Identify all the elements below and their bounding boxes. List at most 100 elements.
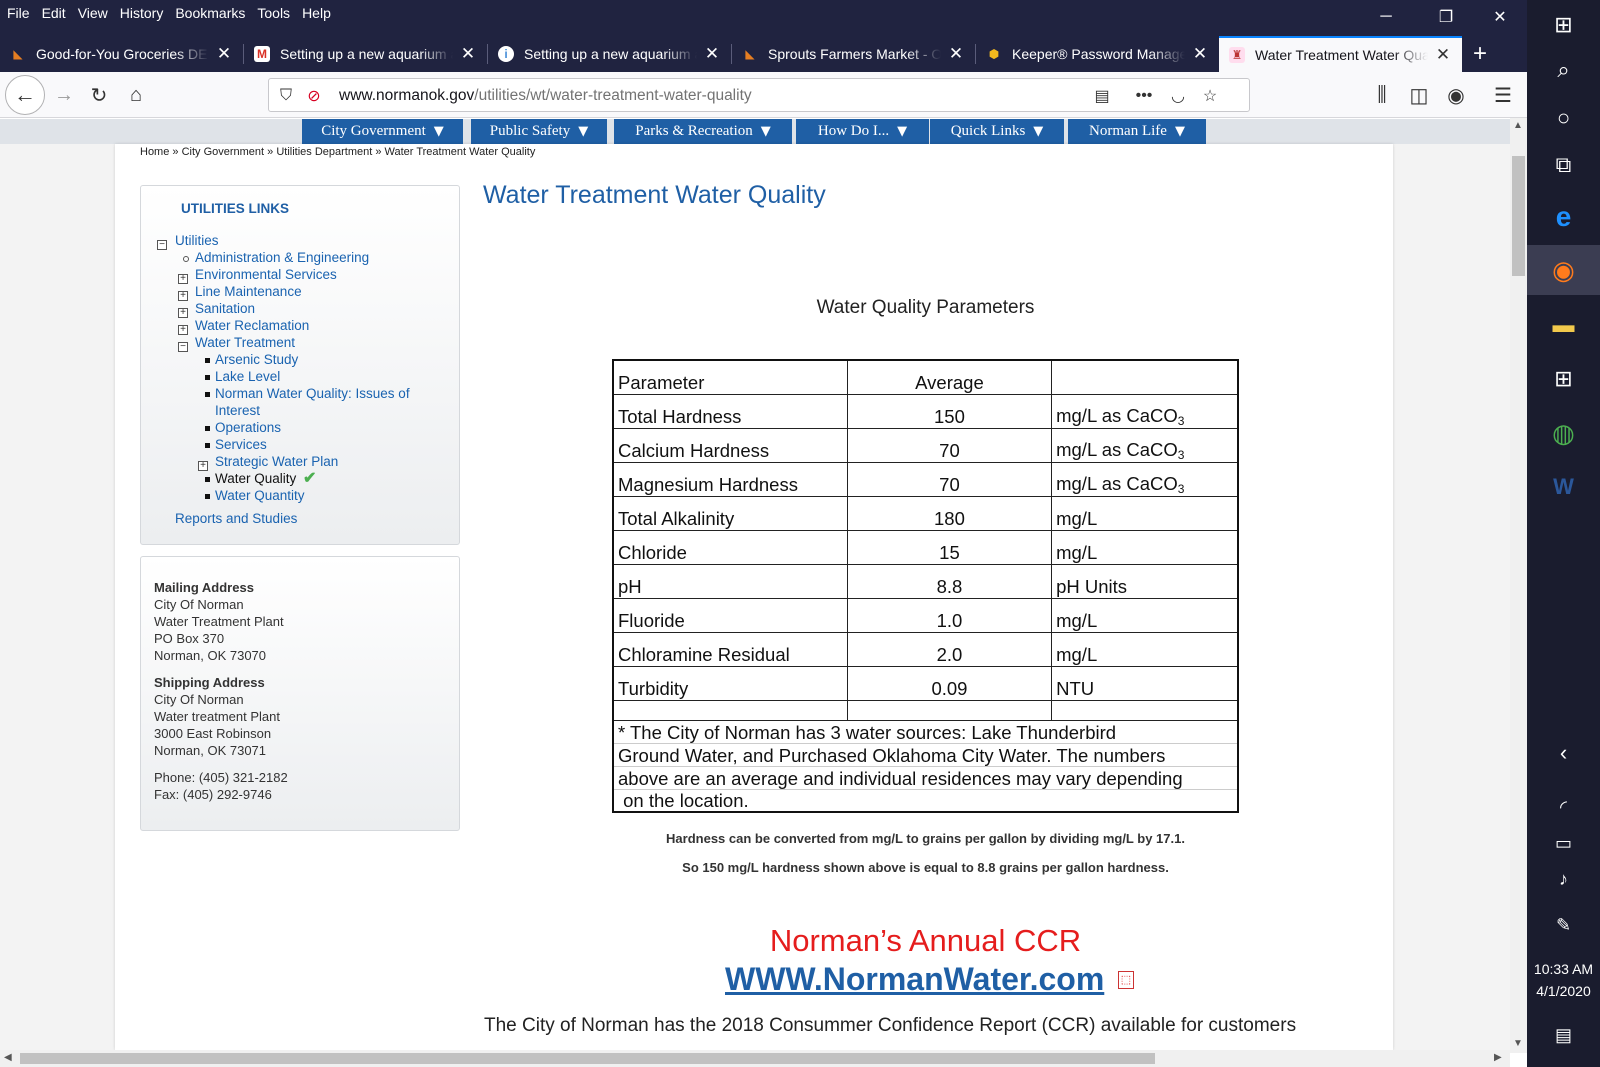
link-operations[interactable]: Operations (215, 420, 281, 435)
library-icon[interactable]: ⫼ (1366, 79, 1398, 111)
menu-help[interactable]: Help (302, 5, 331, 21)
chrome-icon[interactable]: ◍ (1527, 408, 1600, 458)
store-icon[interactable]: ⊞ (1527, 354, 1600, 404)
dropdown-arrow-icon: ▼ (760, 124, 771, 139)
new-tab-button[interactable]: + (1462, 36, 1498, 72)
restore-button[interactable]: ❐ (1420, 0, 1472, 34)
edge-icon[interactable]: e (1527, 192, 1600, 242)
vertical-scrollbar[interactable]: ▲ ▼ (1510, 118, 1527, 1053)
close-tab-icon[interactable]: ✕ (459, 44, 477, 64)
link-water-quantity[interactable]: Water Quantity (215, 488, 305, 503)
close-tab-icon[interactable]: ✕ (1434, 45, 1452, 65)
scroll-left-icon[interactable]: ◀ (4, 1052, 12, 1063)
file-explorer-icon[interactable]: ▬ (1527, 300, 1600, 350)
cortana-icon[interactable]: ○ (1527, 93, 1600, 143)
link-arsenic-study[interactable]: Arsenic Study (215, 352, 298, 367)
word-icon[interactable]: W (1527, 462, 1600, 512)
scroll-right-icon[interactable]: ▶ (1494, 1052, 1502, 1063)
link-reports-studies[interactable]: Reports and Studies (175, 511, 297, 526)
link-water-quality-issues[interactable]: Norman Water Quality: Issues of (215, 386, 410, 401)
pen-icon[interactable]: ✎ (1527, 900, 1600, 950)
expand-icon[interactable]: + (178, 291, 188, 301)
vertical-scroll-thumb[interactable] (1512, 156, 1525, 276)
scroll-up-icon[interactable]: ▲ (1513, 120, 1523, 131)
url-bar[interactable]: ⛉ ⊘ www.normanok.gov/utilities/wt/water-… (268, 78, 1250, 112)
menu-view[interactable]: View (78, 5, 108, 21)
close-tab-icon[interactable]: ✕ (703, 44, 721, 64)
chevron-left-icon[interactable]: ‹ (1527, 728, 1600, 778)
nav-quick-links[interactable]: Quick Links ▼ (930, 119, 1064, 144)
link-water-quality-current[interactable]: Water Quality (215, 471, 296, 486)
nav-city-government[interactable]: City Government ▼ (302, 119, 463, 144)
nav-how-do-i[interactable]: How Do I... ▼ (796, 119, 929, 144)
expand-icon[interactable]: + (178, 274, 188, 284)
cell-unit: mg/L (1051, 529, 1239, 565)
conversion-note-1: Hardness can be converted from mg/L to g… (666, 831, 1185, 846)
windows-start-icon[interactable]: ⊞ (1527, 0, 1600, 50)
hamburger-menu-icon[interactable]: ☰ (1487, 79, 1519, 111)
bookmark-star-icon[interactable]: ☆ (1199, 85, 1221, 107)
account-icon[interactable]: ◉ (1440, 79, 1472, 111)
link-utilities[interactable]: Utilities (175, 233, 219, 248)
nav-parks-recreation[interactable]: Parks & Recreation ▼ (614, 119, 792, 144)
link-services[interactable]: Services (215, 437, 267, 452)
volume-icon[interactable]: ♪ (1527, 854, 1600, 904)
reader-view-icon[interactable]: ▤ (1091, 85, 1113, 107)
link-lake-level[interactable]: Lake Level (215, 369, 280, 384)
horizontal-scroll-thumb[interactable] (20, 1053, 1155, 1064)
menu-history[interactable]: History (120, 5, 164, 21)
collapse-icon[interactable]: − (178, 342, 188, 352)
menu-edit[interactable]: Edit (42, 5, 66, 21)
close-window-button[interactable]: ✕ (1474, 0, 1526, 34)
clock[interactable]: 10:33 AM 4/1/2020 (1527, 958, 1600, 1002)
forward-button[interactable]: → (48, 79, 80, 111)
close-tab-icon[interactable]: ✕ (215, 44, 233, 64)
horizontal-scrollbar[interactable]: ◀ ▶ (0, 1050, 1510, 1067)
menu-tools[interactable]: Tools (257, 5, 290, 21)
pdf-file-icon[interactable]: ⬚ (1118, 971, 1134, 989)
tab-4[interactable]: ⬢ Keeper® Password Manager ✕ (976, 36, 1219, 72)
link-water-quality-issues-cont[interactable]: Interest (215, 403, 260, 418)
close-tab-icon[interactable]: ✕ (1191, 44, 1209, 64)
tab-0[interactable]: ◣ Good-for-You Groceries DEL ✕ (0, 36, 243, 72)
link-strategic-water-plan[interactable]: Strategic Water Plan (215, 454, 338, 469)
link-water-reclamation[interactable]: Water Reclamation (195, 318, 309, 333)
back-button[interactable]: ← (5, 75, 45, 115)
minimize-button[interactable]: ─ (1360, 0, 1412, 34)
link-line-maintenance[interactable]: Line Maintenance (195, 284, 302, 299)
page-actions-icon[interactable]: ••• (1133, 85, 1155, 107)
ccr-link[interactable]: WWW.NormanWater.com (725, 961, 1104, 998)
nav-norman-life[interactable]: Norman Life ▼ (1068, 119, 1206, 144)
shield-icon[interactable]: ⛉ (275, 85, 297, 107)
tab-2[interactable]: i Setting up a new aquarium a ✕ (488, 36, 731, 72)
table-note-row: on the location. (612, 788, 1239, 813)
home-button[interactable]: ⌂ (120, 79, 152, 111)
collapse-icon[interactable]: − (157, 240, 167, 250)
expand-icon[interactable]: + (198, 461, 208, 471)
nav-public-safety[interactable]: Public Safety ▼ (471, 119, 607, 144)
pocket-icon[interactable]: ◡ (1167, 85, 1189, 107)
expand-icon[interactable]: + (178, 325, 188, 335)
insecure-lock-icon[interactable]: ⊘ (303, 85, 325, 107)
notifications-icon[interactable]: ▤ (1527, 1010, 1600, 1060)
link-water-treatment[interactable]: Water Treatment (195, 335, 295, 350)
tab-1[interactable]: M Setting up a new aquarium a ✕ (244, 36, 487, 72)
table-row: Total Hardness 150 mg/L as CaCO3 (612, 393, 1239, 429)
link-sanitation[interactable]: Sanitation (195, 301, 255, 316)
reload-button[interactable]: ↻ (83, 79, 115, 111)
menu-file[interactable]: File (7, 5, 30, 21)
sidebar-icon[interactable]: ◫ (1403, 79, 1435, 111)
tab-3[interactable]: ◣ Sprouts Farmers Market - Or ✕ (732, 36, 975, 72)
menu-bookmarks[interactable]: Bookmarks (175, 5, 245, 21)
link-environmental[interactable]: Environmental Services (195, 267, 337, 282)
search-icon[interactable]: ⌕ (1527, 45, 1600, 95)
task-view-icon[interactable]: ⧉ (1527, 140, 1600, 190)
close-tab-icon[interactable]: ✕ (947, 44, 965, 64)
link-administration[interactable]: Administration & Engineering (195, 250, 369, 265)
breadcrumb[interactable]: Home » City Government » Utilities Depar… (140, 146, 535, 158)
firefox-icon[interactable]: ◉ (1527, 245, 1600, 295)
url-text[interactable]: www.normanok.gov/utilities/wt/water-trea… (339, 87, 752, 105)
expand-icon[interactable]: + (178, 308, 188, 318)
scroll-down-icon[interactable]: ▼ (1513, 1038, 1523, 1049)
tab-5-active[interactable]: ♜ Water Treatment Water Qual ✕ (1219, 36, 1462, 72)
